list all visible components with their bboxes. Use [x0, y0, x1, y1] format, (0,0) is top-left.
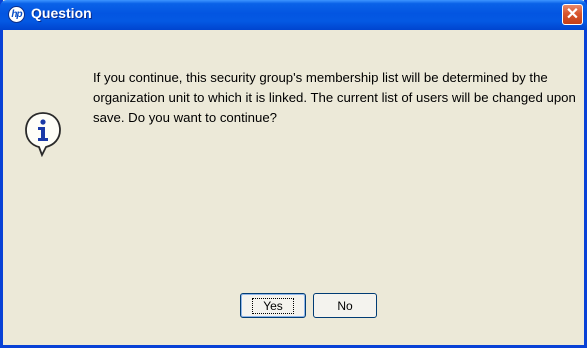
window-title: Question [31, 5, 92, 21]
hp-logo-icon: hp [8, 6, 25, 23]
no-button-label: No [337, 298, 353, 313]
yes-button[interactable]: Yes [240, 293, 306, 318]
close-button[interactable]: ✕ [562, 4, 583, 25]
dialog-message: If you continue, this security group's m… [93, 70, 576, 125]
yes-button-label: Yes [252, 297, 294, 314]
no-button[interactable]: No [313, 293, 377, 318]
info-icon [24, 111, 62, 158]
question-dialog: hp Question ✕ If you continue, this secu… [0, 0, 587, 348]
title-bar[interactable]: hp Question ✕ [0, 0, 587, 30]
